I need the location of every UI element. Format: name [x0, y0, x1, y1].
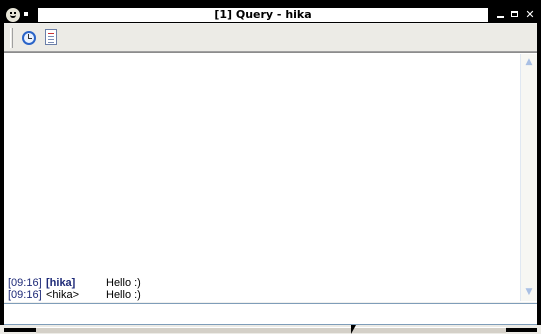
status-strip — [0, 325, 541, 334]
close-icon: ✕ — [525, 8, 535, 21]
query-window: [1] Query - hika ✕ [09:16] [hika] Hello … — [0, 0, 541, 334]
system-menu-icon[interactable] — [24, 12, 28, 16]
horizontal-scrollbar[interactable] — [36, 327, 506, 333]
nickname[interactable]: [hika] — [46, 277, 75, 289]
toolbar-grip[interactable] — [10, 28, 13, 48]
timestamp: [09:16] — [8, 277, 42, 289]
minimize-icon — [497, 16, 504, 18]
history-icon — [22, 31, 36, 45]
maximize-button[interactable] — [508, 8, 522, 21]
title-bar[interactable]: [1] Query - hika ✕ — [0, 0, 541, 23]
message-text: Hello :) — [106, 289, 141, 301]
log-button[interactable] — [40, 27, 62, 49]
vertical-scrollbar[interactable]: ▲ ▼ — [520, 54, 537, 301]
window-border-right — [537, 23, 541, 334]
message-text: Hello :) — [106, 277, 141, 289]
close-button[interactable]: ✕ — [523, 8, 537, 21]
scroll-down-icon[interactable]: ▼ — [523, 286, 535, 299]
log-icon — [45, 29, 57, 45]
toolbar — [4, 24, 537, 52]
minimize-button[interactable] — [494, 8, 508, 21]
nickname[interactable]: <hika> — [46, 289, 79, 301]
title-area: [1] Query - hika — [38, 8, 488, 22]
window-title: [1] Query - hika — [214, 8, 312, 21]
history-button[interactable] — [18, 27, 40, 49]
scroll-up-icon[interactable]: ▲ — [523, 56, 535, 69]
maximize-icon — [511, 11, 518, 17]
message-input-container — [4, 303, 537, 325]
timestamp: [09:16] — [8, 289, 42, 301]
chat-log[interactable]: [09:16] [hika] Hello :) [09:16] <hika> H… — [4, 52, 537, 302]
smiley-icon[interactable] — [6, 8, 20, 22]
message-input[interactable] — [4, 304, 537, 324]
mouse-cursor-icon — [351, 325, 356, 334]
